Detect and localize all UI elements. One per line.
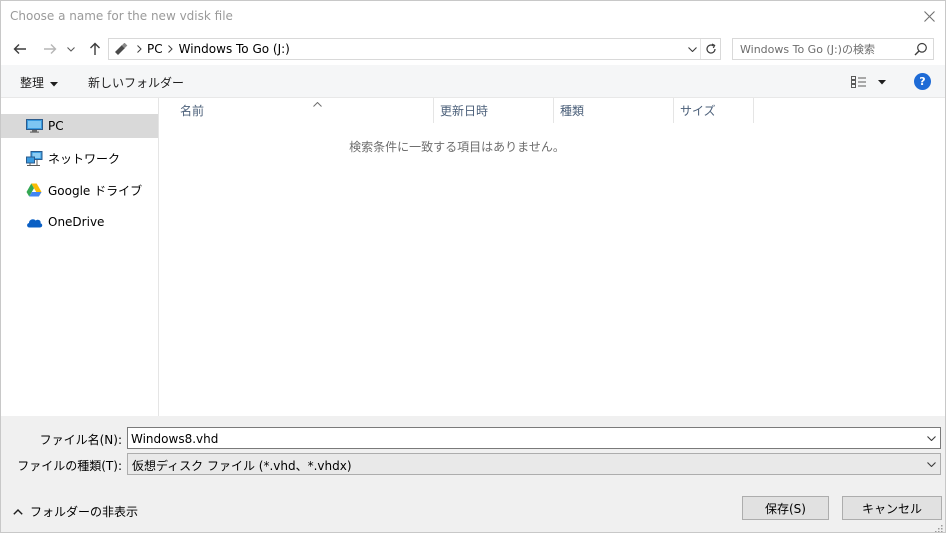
arrow-up-icon <box>90 42 100 55</box>
onedrive-icon <box>25 214 43 230</box>
forward-button[interactable] <box>40 39 60 59</box>
organize-label: 整理 <box>20 76 45 90</box>
sidebar-item-label: OneDrive <box>48 215 105 229</box>
filetype-dropdown-button[interactable] <box>924 456 938 472</box>
chevron-down-icon <box>926 435 936 441</box>
column-header-size[interactable]: サイズ <box>674 98 754 123</box>
refresh-button[interactable] <box>700 39 720 59</box>
caret-down-icon <box>878 79 886 85</box>
arrow-left-icon <box>13 44 26 54</box>
column-header-label: 更新日時 <box>440 104 489 118</box>
filename-label: ファイル名(N): <box>39 433 122 447</box>
resize-grip-icon[interactable] <box>933 522 943 532</box>
chevron-down-icon <box>926 461 936 467</box>
column-header-label: 名前 <box>180 104 205 118</box>
column-header-label: 種類 <box>560 104 585 118</box>
hide-folders-label: フォルダーの非表示 <box>30 505 139 519</box>
title-bar: Choose a name for the new vdisk file <box>1 1 945 33</box>
search-icon <box>914 42 928 56</box>
recent-locations-button[interactable] <box>64 39 78 59</box>
back-button[interactable] <box>10 39 30 59</box>
column-header-type[interactable]: 種類 <box>554 98 674 123</box>
column-header-date[interactable]: 更新日時 <box>434 98 554 123</box>
empty-message: 検索条件に一致する項目はありません。 <box>349 140 565 154</box>
sidebar-item-onedrive[interactable]: OneDrive <box>1 210 158 234</box>
sidebar-item-pc[interactable]: PC <box>1 114 158 138</box>
details-view-icon <box>851 76 866 88</box>
chevron-down-icon <box>687 46 697 52</box>
hide-folders-toggle[interactable]: フォルダーの非表示 <box>13 503 138 520</box>
arrow-right-icon <box>44 44 57 54</box>
filename-history-button[interactable] <box>924 430 938 446</box>
up-button[interactable] <box>85 39 105 59</box>
new-folder-button[interactable]: 新しいフォルダー <box>88 74 184 91</box>
address-row: PC Windows To Go (J:) <box>1 33 945 65</box>
search-input[interactable] <box>740 41 905 57</box>
sidebar-item-label: Google ドライブ <box>48 183 143 198</box>
address-bar[interactable]: PC Windows To Go (J:) <box>108 38 721 60</box>
search-box[interactable] <box>732 38 934 60</box>
close-icon <box>923 10 935 22</box>
chevron-up-icon <box>13 508 23 515</box>
view-options-button[interactable] <box>851 74 889 90</box>
filename-field[interactable] <box>127 427 941 449</box>
breadcrumb-separator-icon[interactable] <box>163 39 179 59</box>
save-dialog: Choose a name for the new vdisk file PC … <box>0 0 946 533</box>
usb-drive-icon <box>109 42 131 56</box>
sort-ascending-icon <box>313 96 322 110</box>
window-title: Choose a name for the new vdisk file <box>10 9 233 23</box>
bottom-panel: ファイル名(N): ファイルの種類(T): 仮想ディスク ファイル (*.vhd… <box>1 416 945 532</box>
breadcrumb-drive[interactable]: Windows To Go (J:) <box>179 42 290 56</box>
file-list: 名前 更新日時 種類 サイズ 検索条件に一致する項目はありません。 <box>160 98 945 416</box>
caret-down-icon <box>50 76 59 90</box>
sidebar-item-label: ネットワーク <box>48 151 121 166</box>
breadcrumb-separator-icon[interactable] <box>131 39 147 59</box>
refresh-icon <box>705 43 716 54</box>
chevron-down-icon <box>67 46 75 52</box>
filetype-value: 仮想ディスク ファイル (*.vhd、*.vhdx) <box>132 459 352 473</box>
network-icon <box>25 150 43 166</box>
filename-input[interactable] <box>131 430 911 447</box>
google-drive-icon <box>25 182 43 198</box>
save-button[interactable]: 保存(S) <box>742 496 829 520</box>
breadcrumb-pc[interactable]: PC <box>147 42 163 56</box>
sidebar-item-google-drive[interactable]: Google ドライブ <box>1 178 158 202</box>
column-header-name[interactable]: 名前 <box>174 98 434 123</box>
new-folder-label: 新しいフォルダー <box>88 76 185 90</box>
command-bar: 整理 新しいフォルダー ? <box>1 65 945 98</box>
sidebar-item-network[interactable]: ネットワーク <box>1 146 158 170</box>
address-history-button[interactable] <box>684 39 700 59</box>
cancel-button[interactable]: キャンセル <box>842 496 942 520</box>
sidebar-item-label: PC <box>48 119 64 133</box>
navigation-pane: PC ネットワーク Google ドライブ OneDrive <box>1 98 159 416</box>
filetype-select[interactable]: 仮想ディスク ファイル (*.vhd、*.vhdx) <box>127 453 941 475</box>
filetype-label: ファイルの種類(T): <box>17 459 122 473</box>
pc-icon <box>25 118 43 134</box>
organize-button[interactable]: 整理 <box>20 74 59 91</box>
help-icon[interactable]: ? <box>914 73 931 90</box>
column-header-label: サイズ <box>680 104 716 118</box>
close-button[interactable] <box>913 1 945 31</box>
